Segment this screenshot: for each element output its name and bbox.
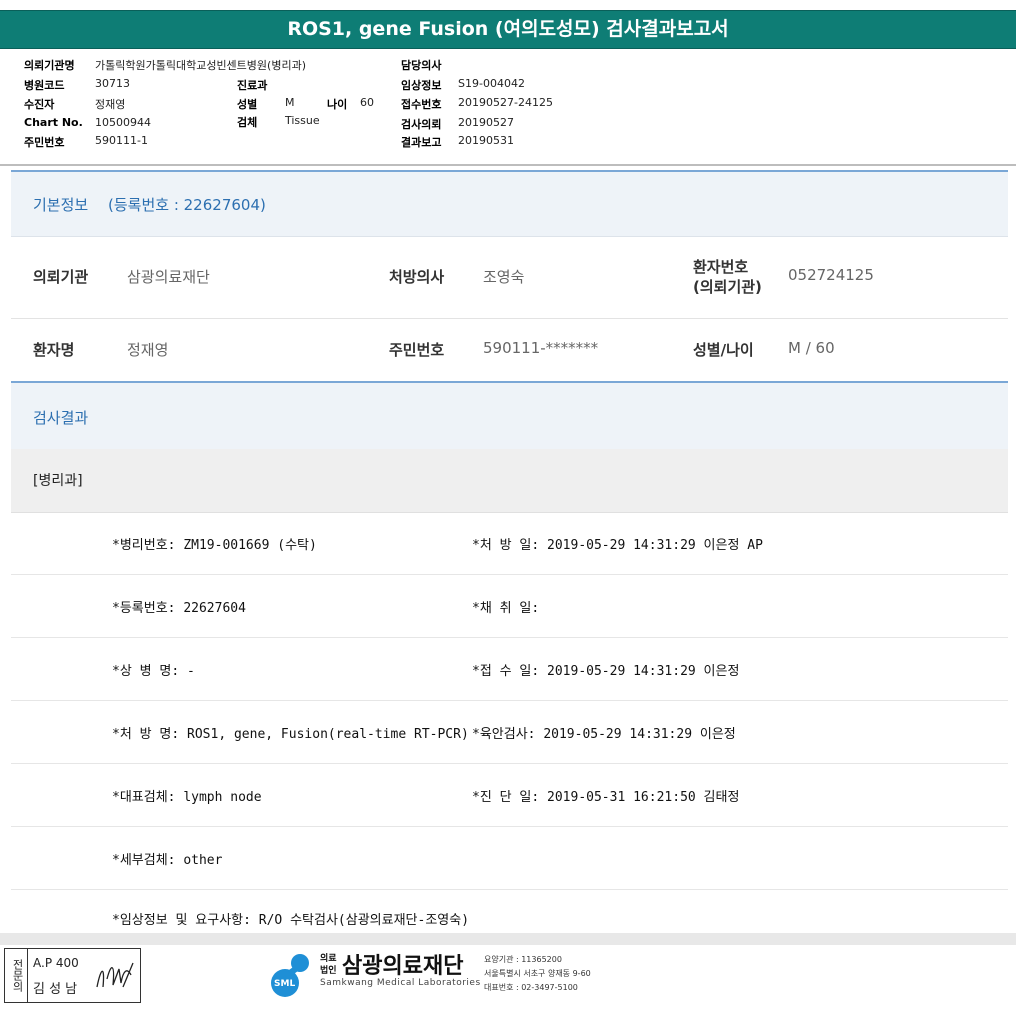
org-info-address: 서울특별시 서초구 양재동 9-60 — [484, 969, 591, 978]
basic-info-row-2: 환자명 정재영 주민번호 590111-******* 성별/나이 M / 60 — [11, 319, 1008, 381]
registration-number: (등록번호 : 22627604) — [108, 196, 266, 214]
request-date-value: 20190527 — [458, 116, 514, 129]
institution-value: 가톨릭학원가톨릭대학교성빈센트병원(병리과) — [95, 59, 306, 72]
specimen-label: 검체 — [237, 116, 258, 129]
sml-logo-icon — [271, 954, 309, 997]
patient-name-value: 정재영 — [127, 341, 169, 359]
basic-info-header: 기본정보 (등록번호 : 22627604) — [11, 170, 1008, 237]
institution-label: 의뢰기관명 — [24, 59, 75, 72]
detail-row-5: *대표검체: lymph node *진 단 일: 2019-05-31 16:… — [11, 764, 1008, 827]
registration-number-detail: *등록번호: 22627604 — [112, 601, 246, 616]
pathologist-stamp: 전문의 A.P 400 김 성 남 — [4, 948, 141, 1003]
detail-row-3: *상 병 명: - *접 수 일: 2019-05-29 14:31:29 이은… — [11, 638, 1008, 701]
clinical-value: S19-004042 — [458, 77, 525, 90]
diagnosis-name: *상 병 명: - — [112, 664, 195, 679]
sex-age-label: 성별/나이 — [693, 341, 754, 359]
receipt-value: 20190527-24125 — [458, 96, 553, 109]
collection-date: *채 취 일: — [472, 601, 540, 616]
detail-row-6: *세부검체: other — [11, 827, 1008, 890]
stamp-vertical-label: 전문의 — [5, 949, 28, 1002]
sml-logo-text: SML — [274, 979, 296, 989]
resident-number-label: 주민번호 — [389, 341, 445, 359]
department-label: [병리과] — [33, 473, 83, 489]
patient-number-label: 환자번호 — [693, 258, 749, 276]
org-name: 삼광의료재단 — [342, 954, 464, 979]
pathology-number: *병리번호: ZM19-001669 (수탁) — [112, 538, 317, 553]
detail-row-2: *등록번호: 22627604 *채 취 일: — [11, 575, 1008, 638]
order-date: *처 방 일: 2019-05-29 14:31:29 이은정 AP — [472, 538, 763, 553]
patient-number-sublabel: (의뢰기관) — [693, 278, 762, 296]
clinical-label: 임상정보 — [401, 79, 442, 92]
signature-image — [96, 962, 134, 988]
result-title: 검사결과 — [33, 409, 89, 427]
resident-number-value: 590111-******* — [483, 339, 599, 357]
resident-label: 주민번호 — [24, 136, 65, 149]
detail-row-1: *병리번호: ZM19-001669 (수탁) *처 방 일: 2019-05-… — [11, 512, 1008, 575]
doctor-label: 담당의사 — [401, 59, 442, 72]
patient-number-value: 052724125 — [788, 266, 874, 284]
age-label: 나이 — [327, 98, 348, 111]
resident-value: 590111-1 — [95, 134, 148, 147]
org-info-code: 요양기관 : 11365200 — [484, 955, 562, 964]
receipt-date: *접 수 일: 2019-05-29 14:31:29 이은정 — [472, 664, 740, 679]
basic-info-row-1: 의뢰기관 삼광의료재단 처방의사 조영숙 환자번호 (의뢰기관) 0527241… — [11, 236, 1008, 319]
prescriber-label: 처방의사 — [389, 268, 445, 286]
sex-value: M — [285, 96, 295, 109]
result-header: 검사결과 — [11, 381, 1008, 450]
receipt-label: 접수번호 — [401, 98, 442, 111]
chart-value: 10500944 — [95, 116, 151, 129]
institution-value: 삼광의료재단 — [127, 268, 210, 286]
order-name: *처 방 명: ROS1, gene, Fusion(real-time RT-… — [112, 727, 469, 742]
org-prefix-2: 법인 — [320, 966, 337, 976]
sex-label: 성별 — [237, 98, 258, 111]
report-header: 의뢰기관명 가톨릭학원가톨릭대학교성빈센트병원(병리과) 병원코드 30713 … — [0, 50, 1016, 162]
stamp-name: 김 성 남 — [33, 982, 78, 997]
report-date-value: 20190531 — [458, 134, 514, 147]
report-date-label: 결과보고 — [401, 136, 442, 149]
detail-row-7: *임상정보 및 요구사항: R/O 수탁검사(삼광의료재단-조영숙) — [11, 890, 1008, 933]
patient-value: 정재영 — [95, 98, 126, 111]
header-divider — [0, 164, 1016, 166]
main-specimen: *대표검체: lymph node — [112, 790, 262, 805]
sex-age-value: M / 60 — [788, 339, 835, 357]
age-value: 60 — [360, 96, 374, 109]
clinical-info: *임상정보 및 요구사항: R/O 수탁검사(삼광의료재단-조영숙) — [112, 913, 470, 928]
hospital-code-value: 30713 — [95, 77, 130, 90]
org-english-name: Samkwang Medical Laboratories — [320, 978, 481, 988]
chart-label: Chart No. — [24, 116, 83, 129]
basic-info-title: 기본정보 — [33, 196, 89, 214]
department-row: [병리과] — [11, 449, 1008, 513]
footer-divider — [0, 933, 1016, 945]
sub-specimen: *세부검체: other — [112, 853, 223, 868]
diagnosis-date: *진 단 일: 2019-05-31 16:21:50 김태정 — [472, 790, 740, 805]
patient-name-label: 환자명 — [33, 341, 75, 359]
hospital-code-label: 병원코드 — [24, 79, 65, 92]
org-info-phone: 대표번호 : 02-3497-5100 — [484, 983, 578, 992]
request-date-label: 검사의뢰 — [401, 118, 442, 131]
detail-row-4: *처 방 명: ROS1, gene, Fusion(real-time RT-… — [11, 701, 1008, 764]
institution-label: 의뢰기관 — [33, 268, 89, 286]
gross-exam-date: *육안검사: 2019-05-29 14:31:29 이은정 — [472, 727, 736, 742]
dept-label: 진료과 — [237, 79, 268, 92]
specimen-value: Tissue — [285, 114, 320, 127]
prescriber-value: 조영숙 — [483, 268, 525, 286]
patient-label: 수진자 — [24, 98, 55, 111]
report-title: ROS1, gene Fusion (여의도성모) 검사결과보고서 — [0, 10, 1016, 49]
stamp-license: A.P 400 — [33, 956, 79, 970]
